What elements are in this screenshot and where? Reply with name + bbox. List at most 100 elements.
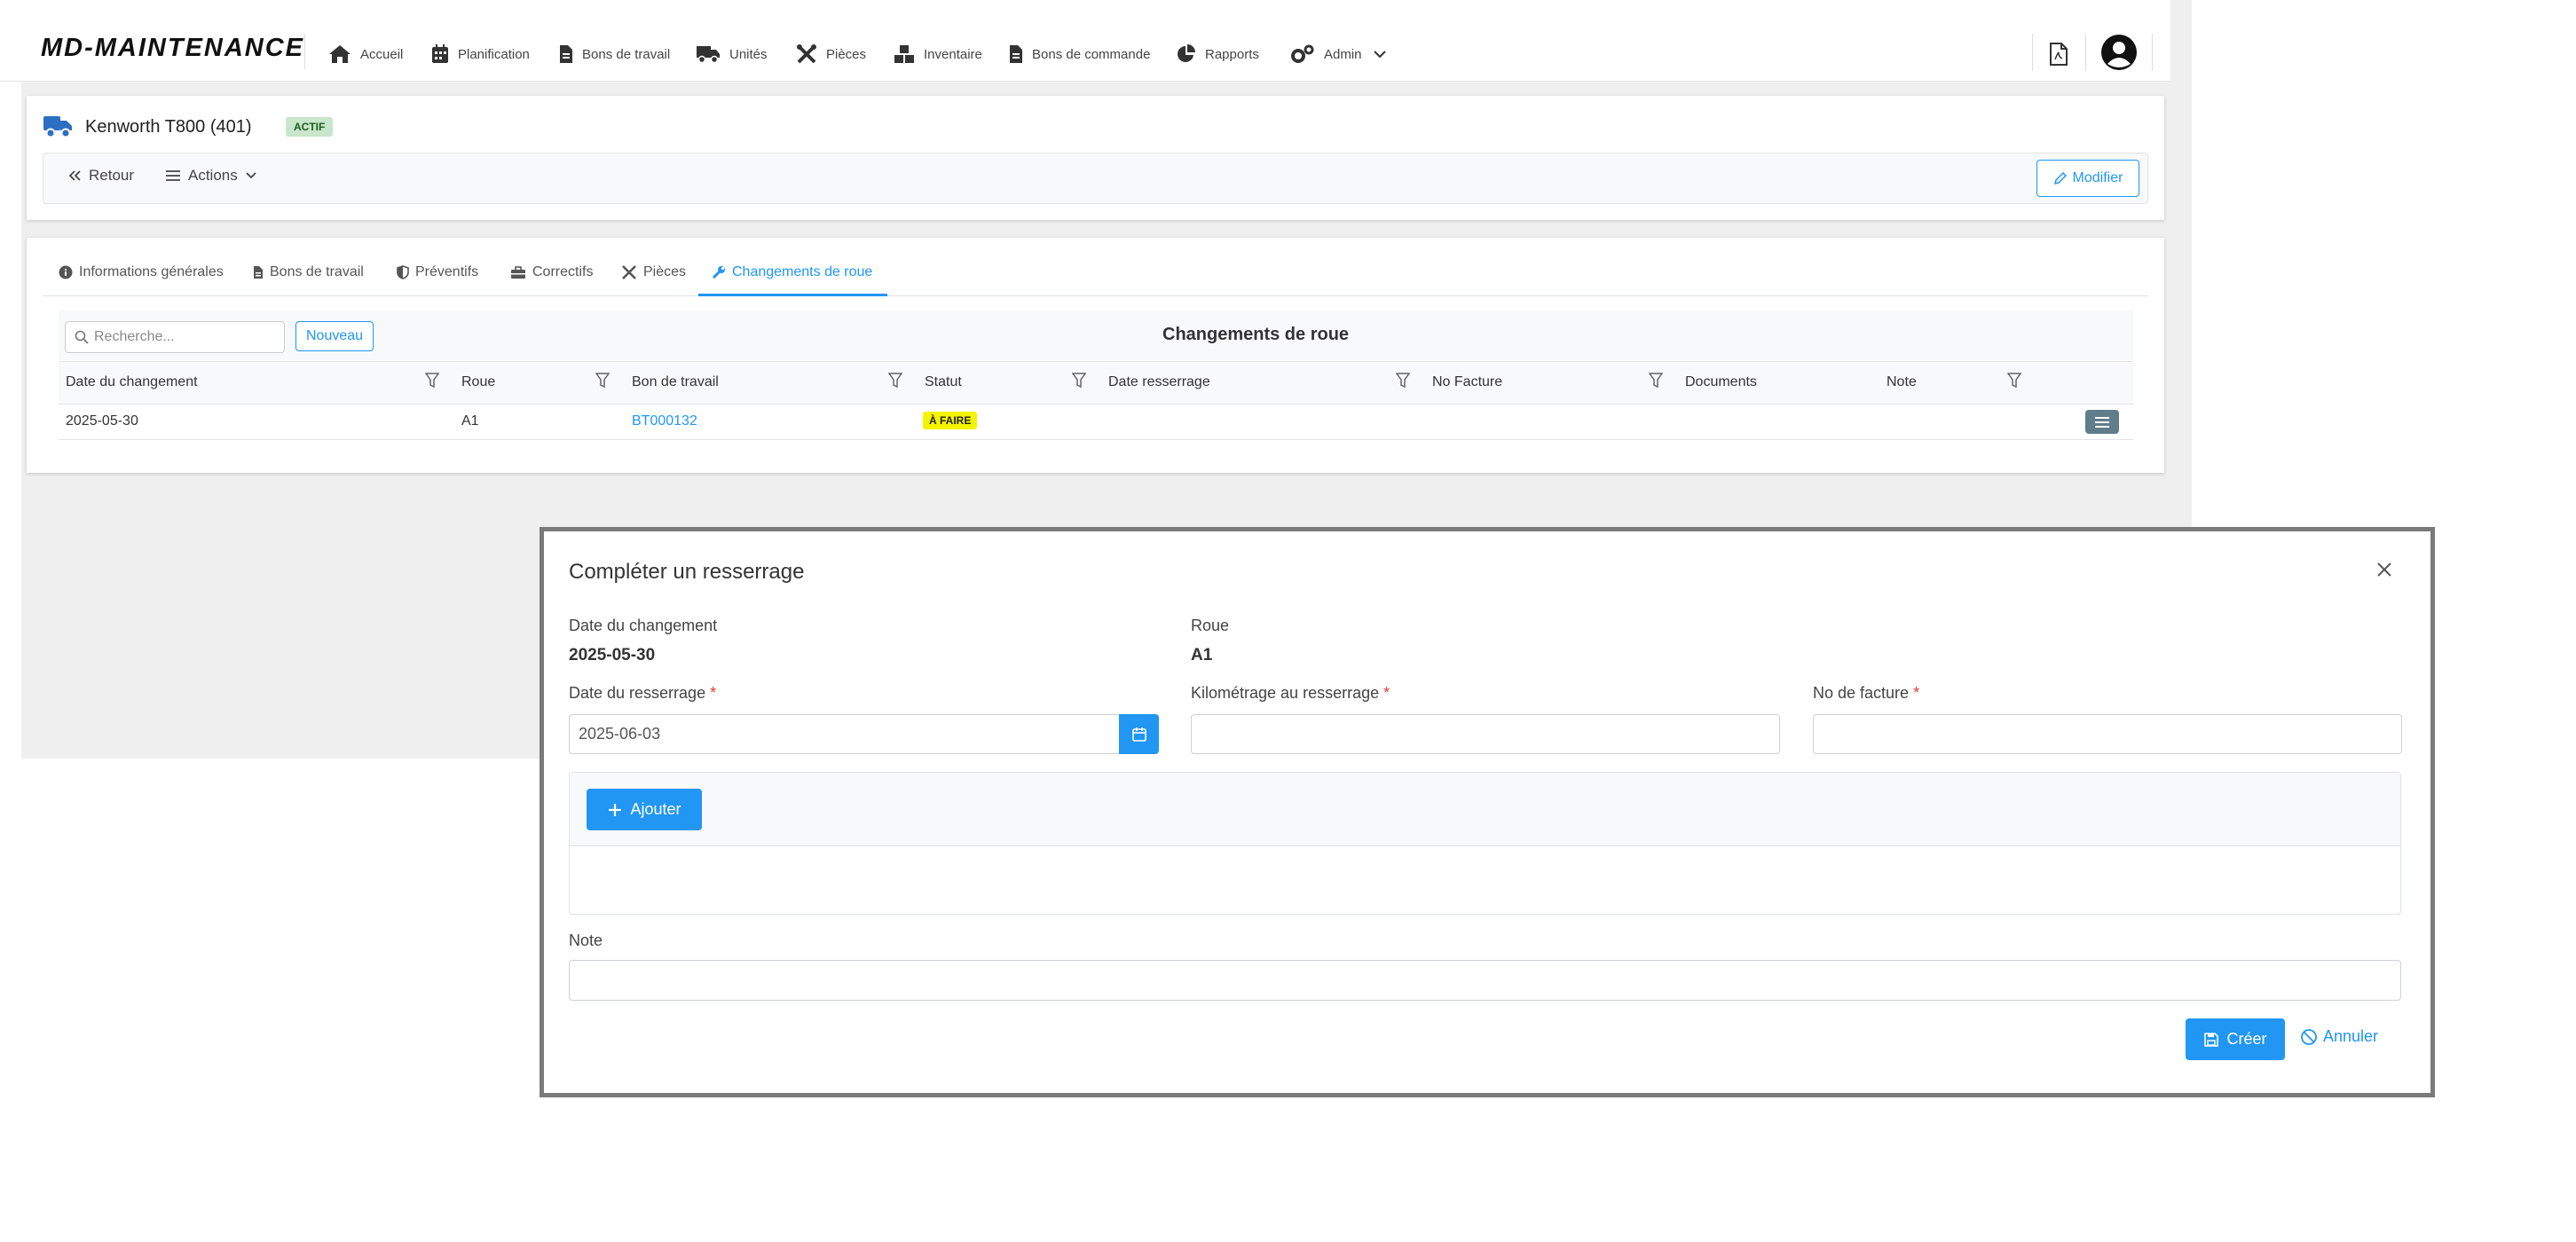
column-header[interactable]: Statut — [925, 374, 962, 390]
filter-icon[interactable] — [1649, 373, 1663, 389]
tab-changements-de-roue[interactable]: Changements de roue — [712, 264, 872, 280]
shield-icon — [397, 265, 409, 279]
chevron-down-icon — [1373, 51, 1386, 59]
label-text: Date du resserrage — [569, 684, 706, 702]
nav-label: Unités — [729, 46, 768, 62]
top-navbar: MD-MAINTENANCE Accueil Planification Bon… — [0, 0, 2170, 82]
close-icon[interactable] — [2376, 562, 2392, 578]
nav-divider — [2085, 34, 2086, 71]
unit-title: Kenworth T800 (401) — [85, 117, 252, 137]
new-button[interactable]: Nouveau — [295, 321, 374, 351]
nav-item-rapports[interactable]: Rapports — [1177, 41, 1259, 67]
status-badge: À FAIRE — [923, 412, 978, 429]
filter-icon[interactable] — [595, 373, 610, 389]
pie-chart-icon — [1178, 44, 1195, 62]
nav-item-bons-de-commande[interactable]: Bons de commande — [1009, 41, 1150, 67]
ban-icon — [2301, 1028, 2317, 1045]
note-input[interactable] — [569, 960, 2401, 1001]
avatar[interactable] — [2100, 34, 2138, 71]
column-header[interactable]: Date resserrage — [1108, 374, 1210, 390]
gears-icon — [1291, 44, 1314, 63]
cancel-button[interactable]: Annuler — [2300, 1027, 2378, 1046]
wrench-icon — [712, 266, 725, 279]
boxes-icon — [894, 45, 914, 63]
search-input[interactable]: Recherche... — [65, 321, 285, 353]
filter-icon[interactable] — [888, 373, 902, 389]
nav-divider — [2152, 34, 2153, 71]
column-header[interactable]: Documents — [1685, 374, 1757, 390]
roue-value: A1 — [1191, 646, 1213, 664]
nav-item-unites[interactable]: Unités — [696, 41, 768, 67]
roue-label: Roue — [1191, 617, 1230, 634]
menu-icon — [166, 170, 180, 181]
nav-item-pieces[interactable]: Pièces — [796, 41, 866, 67]
note-label: Note — [569, 932, 603, 949]
nav-label: Bons de travail — [582, 46, 671, 62]
km-input[interactable] — [1191, 714, 1780, 754]
filter-icon[interactable] — [1396, 373, 1410, 389]
label-text: No de facture — [1813, 684, 1910, 702]
nav-item-inventaire[interactable]: Inventaire — [894, 41, 982, 67]
filter-icon[interactable] — [1072, 373, 1086, 389]
facture-input[interactable] — [1813, 714, 2402, 754]
date-changement-label: Date du changement — [569, 617, 718, 634]
filter-icon[interactable] — [2007, 373, 2021, 389]
menu-icon — [2095, 416, 2109, 428]
required-mark: * — [1913, 684, 1920, 702]
row-menu-button[interactable] — [2085, 410, 2119, 434]
column-header[interactable]: Note — [1887, 374, 1917, 390]
work-order-link[interactable]: BT000132 — [632, 413, 697, 429]
modal-title: Compléter un resserrage — [569, 560, 805, 584]
toolbox-icon — [511, 266, 525, 279]
create-button[interactable]: Créer — [2186, 1018, 2285, 1060]
pdf-icon[interactable] — [2049, 43, 2068, 66]
date-resserrage-input[interactable]: 2025-06-03 — [569, 714, 1120, 754]
nav-label: Inventaire — [924, 46, 982, 62]
document-icon — [254, 266, 263, 279]
calendar-button[interactable] — [1119, 714, 1159, 754]
required-mark: * — [710, 684, 717, 702]
nav-label: Planification — [458, 46, 530, 62]
unit-toolbar — [43, 153, 2148, 204]
column-header[interactable]: Date du changement — [66, 374, 198, 390]
tabs-divider — [43, 295, 2148, 296]
add-label: Ajouter — [630, 800, 681, 818]
nav-label: Admin — [1324, 46, 1362, 62]
nav-item-planification[interactable]: Planification — [431, 41, 530, 67]
nav-label: Bons de commande — [1032, 46, 1151, 62]
app-logo[interactable]: MD-MAINTENANCE — [41, 35, 304, 61]
tab-label: Changements de roue — [732, 264, 873, 279]
column-header[interactable]: Bon de travail — [632, 374, 719, 390]
back-button[interactable]: Retour — [67, 167, 134, 185]
tab-label: Préventifs — [415, 264, 479, 279]
nav-label: Accueil — [360, 46, 404, 62]
tab-label: Correctifs — [532, 264, 594, 279]
filter-icon[interactable] — [425, 373, 439, 389]
table-title: Changements de roue — [1162, 325, 1350, 344]
nav-divider — [2032, 34, 2033, 71]
actions-label: Actions — [188, 167, 238, 184]
nav-item-bons-de-travail[interactable]: Bons de travail — [559, 41, 670, 67]
truck-icon — [697, 46, 720, 64]
tab-preventifs[interactable]: Préventifs — [397, 264, 478, 280]
tab-pieces[interactable]: Pièces — [621, 264, 686, 280]
label-text: Kilométrage au resserrage — [1191, 684, 1380, 702]
cell-date: 2025-05-30 — [66, 413, 138, 428]
add-button[interactable]: Ajouter — [587, 789, 702, 830]
search-icon — [75, 330, 89, 344]
actions-menu-button[interactable]: Actions — [165, 167, 257, 185]
tools-icon — [622, 265, 636, 279]
cell-roue: A1 — [461, 413, 479, 428]
tab-informations-generales[interactable]: Informations générales — [59, 264, 224, 280]
nav-item-accueil[interactable]: Accueil — [328, 41, 403, 67]
save-icon — [2204, 1032, 2219, 1047]
nav-item-admin[interactable]: Admin — [1290, 41, 1387, 67]
logo-divider — [304, 34, 305, 69]
column-header[interactable]: Roue — [461, 374, 495, 390]
edit-label: Modifier — [2072, 170, 2123, 185]
info-icon — [59, 265, 73, 279]
tab-correctifs[interactable]: Correctifs — [510, 264, 593, 280]
column-header[interactable]: No Facture — [1432, 374, 1502, 390]
edit-button[interactable]: Modifier — [2036, 160, 2139, 197]
tab-bons-de-travail[interactable]: Bons de travail — [253, 264, 364, 280]
